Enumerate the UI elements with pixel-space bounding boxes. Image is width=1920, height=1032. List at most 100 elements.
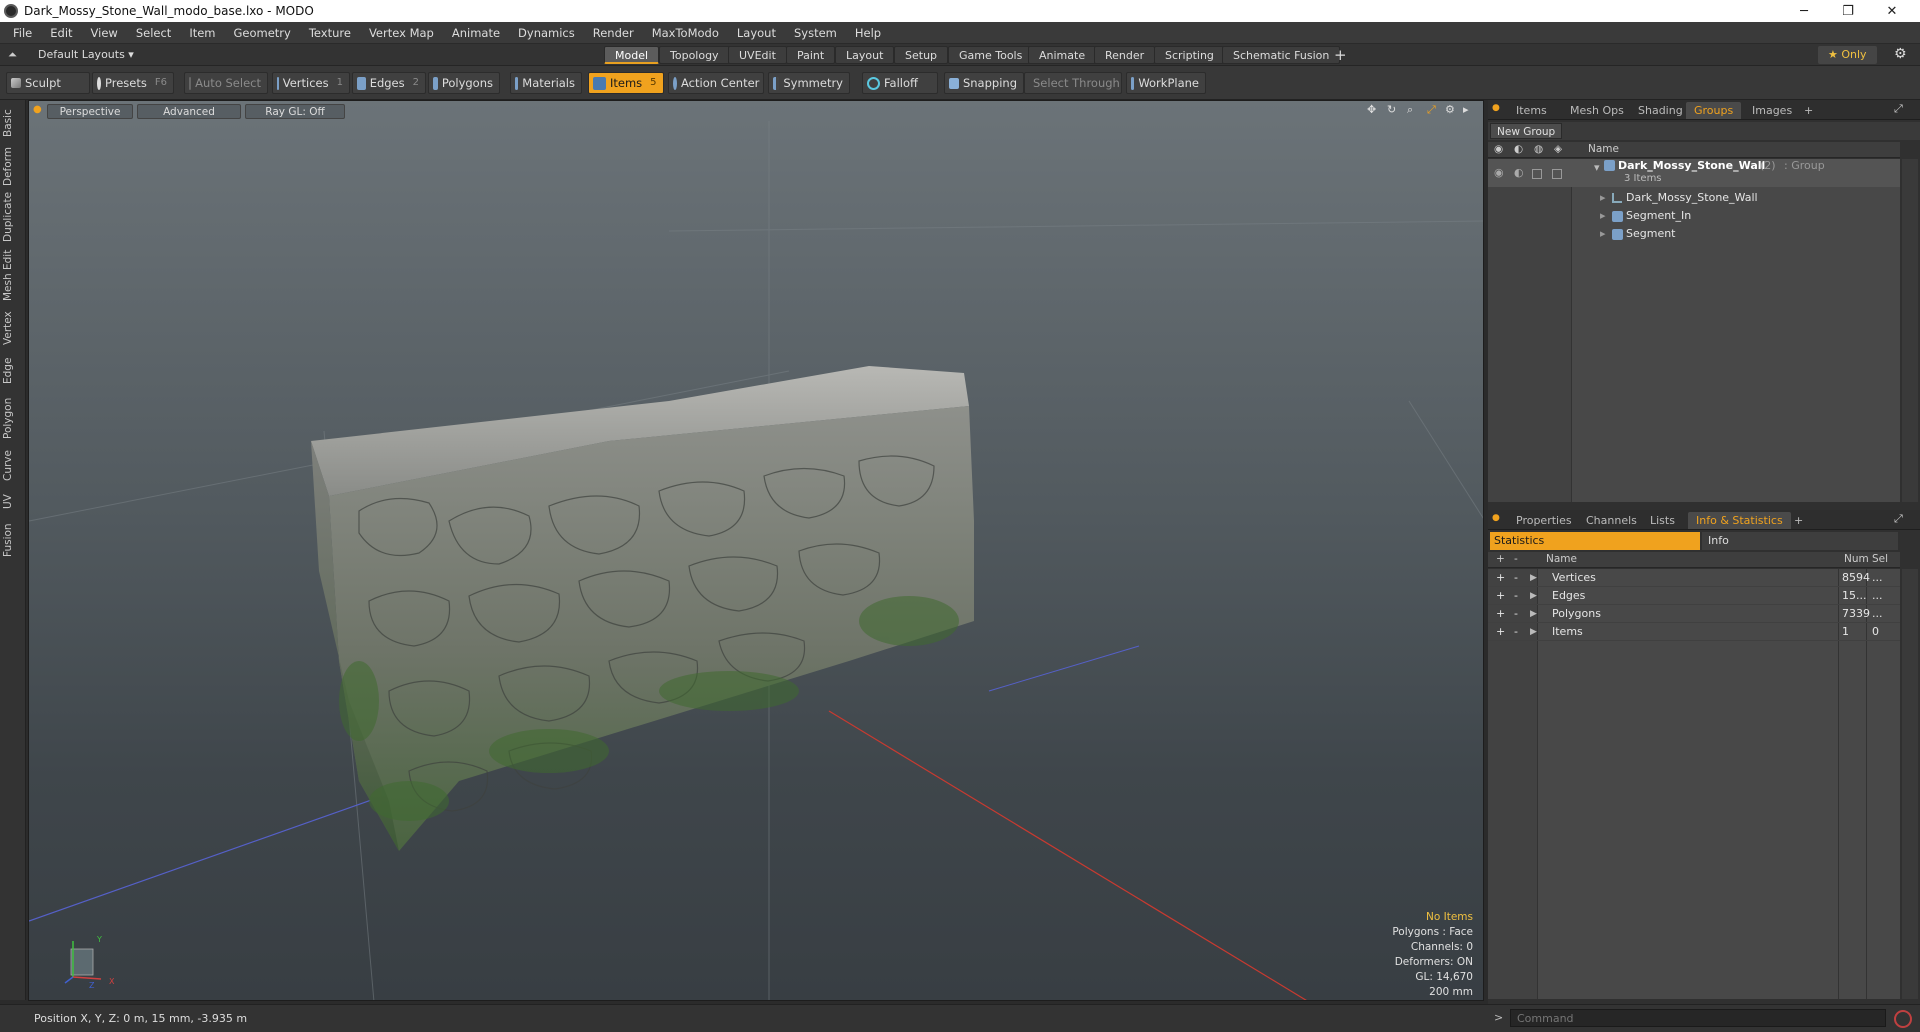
menu-select[interactable]: Select <box>127 26 180 40</box>
new-group-button[interactable]: New Group <box>1490 123 1563 139</box>
visibility-eye-icon[interactable]: ◉ <box>1494 164 1504 182</box>
stats-scrollbar[interactable] <box>1902 569 1918 999</box>
menu-vertex-map[interactable]: Vertex Map <box>360 26 443 40</box>
tab-animate[interactable]: Animate <box>1028 46 1097 64</box>
add-tab-icon[interactable]: + <box>1334 46 1347 64</box>
symmetry-button[interactable]: Symmetry <box>768 72 850 94</box>
sel-column-header[interactable]: Sel <box>1872 553 1888 565</box>
tree-item-mesh[interactable]: ▸ Dark_Mossy_Stone_Wall <box>1488 189 1900 207</box>
menu-system[interactable]: System <box>785 26 846 40</box>
groups-tree[interactable]: ◉ ◐ ▾ Dark_Mossy_Stone_Wall (2) : Group … <box>1488 159 1900 502</box>
tab-model[interactable]: Model <box>604 46 660 64</box>
tab-images[interactable]: Images <box>1744 102 1800 119</box>
eye-column-icon[interactable]: ◉ <box>1494 143 1503 155</box>
tab-schematic-fusion[interactable]: Schematic Fusion <box>1222 46 1341 64</box>
minimize-button[interactable]: ─ <box>1782 0 1826 22</box>
add-panel-tab-icon[interactable]: + <box>1796 102 1821 119</box>
tab-lists[interactable]: Lists <box>1642 512 1683 529</box>
tab-deform[interactable]: Deform <box>2 146 24 186</box>
tab-layout[interactable]: Layout <box>835 46 895 64</box>
falloff-button[interactable]: Falloff <box>862 72 938 94</box>
rotate-icon[interactable]: ↻ <box>1387 103 1396 116</box>
tab-setup[interactable]: Setup <box>894 46 949 64</box>
table-row[interactable]: + - ▶ Vertices 8594 ... <box>1488 569 1900 587</box>
tab-mesh-edit[interactable]: Mesh Edit <box>2 248 24 302</box>
perspective-dropdown[interactable]: Perspective <box>47 104 133 119</box>
name-column-header[interactable]: Name <box>1588 143 1619 155</box>
close-button[interactable]: ✕ <box>1870 0 1914 22</box>
vertices-button[interactable]: Vertices 1 <box>272 72 350 94</box>
collapse-row-icon[interactable]: - <box>1514 623 1518 641</box>
tab-vertex[interactable]: Vertex <box>2 308 24 348</box>
pan-icon[interactable]: ✥ <box>1367 103 1376 116</box>
lock-checkbox[interactable] <box>1532 169 1542 179</box>
action-center-button[interactable]: Action Center <box>668 72 764 94</box>
name-column-header[interactable]: Name <box>1546 553 1577 565</box>
expand-row-icon[interactable]: + <box>1496 587 1505 605</box>
only-toggle[interactable]: ★ Only <box>1818 46 1877 64</box>
expand-arrow-icon[interactable]: ▸ <box>1600 207 1606 225</box>
tab-topology[interactable]: Topology <box>659 46 730 64</box>
collapse-up-icon[interactable]: ⏶ <box>8 48 17 62</box>
tab-items[interactable]: Items <box>1508 102 1555 119</box>
select-checkbox[interactable] <box>1552 169 1562 179</box>
expand-arrow-icon[interactable]: ▾ <box>1594 159 1600 177</box>
tab-groups[interactable]: Groups <box>1686 102 1742 119</box>
menu-texture[interactable]: Texture <box>300 26 360 40</box>
menu-geometry[interactable]: Geometry <box>225 26 300 40</box>
tab-mesh-ops[interactable]: Mesh Ops <box>1562 102 1632 119</box>
record-icon[interactable] <box>1894 1010 1912 1028</box>
sculpt-button[interactable]: Sculpt <box>6 72 90 94</box>
collapse-row-icon[interactable]: - <box>1514 605 1518 623</box>
info-subtab[interactable]: Info <box>1702 532 1898 550</box>
menu-dynamics[interactable]: Dynamics <box>509 26 584 40</box>
panel-menu-icon[interactable]: ● <box>1492 513 1500 523</box>
tree-item-segment-in[interactable]: ▸ Segment_In <box>1488 207 1900 225</box>
collapse-row-icon[interactable]: - <box>1514 569 1518 587</box>
3d-viewport[interactable]: Y X Z ● Perspective Advanced Ray GL: Off… <box>28 100 1484 1001</box>
viewport-settings-icon[interactable]: ⚙ <box>1445 103 1455 116</box>
items-button[interactable]: Items 5 <box>588 72 664 94</box>
advanced-dropdown[interactable]: Advanced <box>137 104 241 119</box>
menu-edit[interactable]: Edit <box>41 26 81 40</box>
tab-fusion[interactable]: Fusion <box>2 520 24 560</box>
groups-scrollbar[interactable] <box>1902 159 1918 502</box>
panel-expand-icon[interactable]: ⤢ <box>1894 102 1903 116</box>
group-row[interactable]: ◉ ◐ ▾ Dark_Mossy_Stone_Wall (2) : Group … <box>1488 159 1900 187</box>
select-through-button[interactable]: Select Through <box>1024 72 1122 94</box>
row-arrow-icon[interactable]: ▶ <box>1530 569 1537 587</box>
row-arrow-icon[interactable]: ▶ <box>1530 605 1537 623</box>
menu-maxtomodo[interactable]: MaxToModo <box>643 26 728 40</box>
edges-button[interactable]: Edges 2 <box>352 72 426 94</box>
expand-row-icon[interactable]: + <box>1496 623 1505 641</box>
tab-basic[interactable]: Basic <box>2 106 24 140</box>
tab-game-tools[interactable]: Game Tools <box>948 46 1034 64</box>
expand-row-icon[interactable]: + <box>1496 569 1505 587</box>
zoom-icon[interactable]: ⌕ <box>1407 103 1413 117</box>
table-row[interactable]: + - ▶ Edges 15... ... <box>1488 587 1900 605</box>
panel-menu-icon[interactable]: ● <box>1492 103 1500 113</box>
command-input[interactable] <box>1510 1009 1886 1027</box>
tab-channels[interactable]: Channels <box>1578 512 1645 529</box>
viewport-expand-icon[interactable]: ▸ <box>1463 103 1469 116</box>
default-layouts-dropdown[interactable]: Default Layouts ▾ <box>38 48 134 61</box>
tab-shading[interactable]: Shading <box>1630 102 1691 119</box>
maximize-button[interactable]: ❐ <box>1826 0 1870 22</box>
render-toggle-icon[interactable]: ◐ <box>1514 164 1524 182</box>
tab-uvedit[interactable]: UVEdit <box>728 46 787 64</box>
tab-polygon[interactable]: Polygon <box>2 394 24 442</box>
statistics-subtab[interactable]: Statistics <box>1490 532 1700 550</box>
expand-arrow-icon[interactable]: ▸ <box>1600 189 1606 207</box>
tab-curve[interactable]: Curve <box>2 448 24 484</box>
menu-animate[interactable]: Animate <box>443 26 509 40</box>
lock-column-icon[interactable]: ◍ <box>1534 143 1543 155</box>
tab-uv[interactable]: UV <box>2 490 24 514</box>
expand-row-icon[interactable]: + <box>1496 605 1505 623</box>
menu-help[interactable]: Help <box>846 26 890 40</box>
viewport-menu-icon[interactable]: ● <box>33 104 42 115</box>
menu-item[interactable]: Item <box>180 26 224 40</box>
table-row[interactable]: + - ▶ Items 1 0 <box>1488 623 1900 641</box>
presets-button[interactable]: Presets F6 <box>92 72 174 94</box>
tab-edge[interactable]: Edge <box>2 354 24 388</box>
row-arrow-icon[interactable]: ▶ <box>1530 587 1537 605</box>
